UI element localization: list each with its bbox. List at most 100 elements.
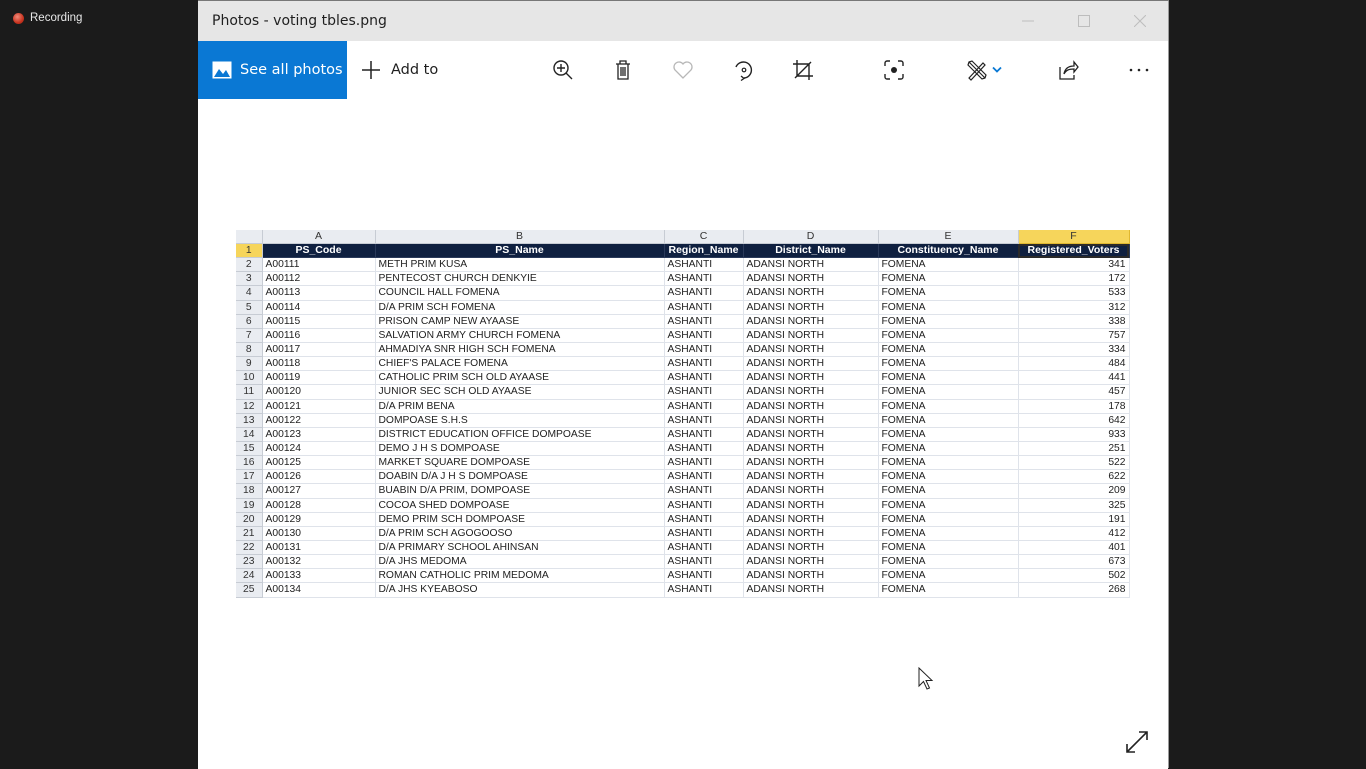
cell-region: ASHANTI [664, 441, 744, 457]
row-number: 3 [236, 271, 263, 287]
cell-voters: 401 [1018, 540, 1130, 556]
row-number: 9 [236, 356, 263, 372]
cell-name: ROMAN CATHOLIC PRIM MEDOMA [375, 568, 665, 584]
cell-code: A00131 [262, 540, 376, 556]
more-icon[interactable] [1127, 58, 1151, 82]
cell-region: ASHANTI [664, 512, 744, 527]
full-screen-button[interactable] [1124, 729, 1150, 755]
cell-name: D/A PRIM SCH FOMENA [375, 300, 665, 315]
header-registered-voters: Registered_Voters [1018, 243, 1130, 259]
cell-region: ASHANTI [664, 554, 744, 570]
chevron-down-icon[interactable] [991, 58, 1003, 82]
table-row: 24 A00133 ROMAN CATHOLIC PRIM MEDOMA ASHANT… [236, 568, 1130, 584]
table-row: 10 A00119 CATHOLIC PRIM SCH OLD AYAASE ASHA… [236, 370, 1130, 386]
cell-district: ADANSI NORTH [743, 342, 879, 358]
visual-search-icon[interactable] [882, 58, 906, 82]
cell-district: ADANSI NORTH [743, 554, 879, 570]
cell-region: ASHANTI [664, 271, 744, 287]
column-letter: A [262, 230, 376, 244]
cell-voters: 642 [1018, 413, 1130, 428]
crop-icon[interactable] [791, 58, 815, 82]
cell-constituency: FOMENA [878, 455, 1019, 471]
column-letters-row: A B C D E F [236, 230, 1130, 244]
minimize-icon [1022, 20, 1034, 22]
mouse-cursor-icon [918, 667, 934, 690]
toolbar: See all photos Add to [198, 41, 1168, 99]
cell-constituency: FOMENA [878, 483, 1019, 499]
row-number: 1 [236, 243, 263, 259]
cell-constituency: FOMENA [878, 356, 1019, 372]
cell-district: ADANSI NORTH [743, 540, 879, 556]
row-number: 22 [236, 540, 263, 556]
cell-region: ASHANTI [664, 568, 744, 584]
table-row: 2 A00111 METH PRIM KUSA ASHANTI ADANSI NORTH… [236, 257, 1130, 273]
cell-district: ADANSI NORTH [743, 441, 879, 457]
cell-constituency: FOMENA [878, 300, 1019, 315]
cell-constituency: FOMENA [878, 526, 1019, 541]
row-number: 14 [236, 427, 263, 442]
cell-region: ASHANTI [664, 285, 744, 301]
table-row: 7 A00116 SALVATION ARMY CHURCH FOMENA ASHAN… [236, 328, 1130, 343]
cell-region: ASHANTI [664, 483, 744, 499]
cell-region: ASHANTI [664, 540, 744, 556]
cell-code: A00117 [262, 342, 376, 358]
photo-viewer: A B C D E F 1 PS_Code PS_Name Region_Nam… [198, 99, 1168, 769]
cell-voters: 341 [1018, 257, 1130, 273]
cell-district: ADANSI NORTH [743, 314, 879, 329]
cell-region: ASHANTI [664, 328, 744, 343]
favorite-icon[interactable] [671, 58, 695, 82]
cell-constituency: FOMENA [878, 498, 1019, 513]
row-number: 12 [236, 399, 263, 414]
delete-icon[interactable] [611, 58, 635, 82]
photo-icon [212, 61, 232, 79]
cell-district: ADANSI NORTH [743, 469, 879, 485]
cell-district: ADANSI NORTH [743, 582, 879, 598]
close-button[interactable] [1112, 1, 1168, 41]
row-number: 23 [236, 554, 263, 570]
cell-constituency: FOMENA [878, 512, 1019, 527]
cell-code: A00121 [262, 399, 376, 414]
cell-code: A00119 [262, 370, 376, 386]
row-number: 16 [236, 455, 263, 471]
table-row: 9 A00118 CHIEF'S PALACE FOMENA ASHANTI ADANS… [236, 356, 1130, 372]
cell-name: AHMADIYA SNR HIGH SCH FOMENA [375, 342, 665, 358]
cell-name: DOABIN D/A J H S DOMPOASE [375, 469, 665, 485]
cell-name: CATHOLIC PRIM SCH OLD AYAASE [375, 370, 665, 386]
cell-constituency: FOMENA [878, 441, 1019, 457]
see-all-photos-button[interactable]: See all photos [198, 41, 347, 99]
cell-voters: 441 [1018, 370, 1130, 386]
rotate-icon[interactable] [731, 58, 755, 82]
cell-district: ADANSI NORTH [743, 427, 879, 442]
cell-constituency: FOMENA [878, 427, 1019, 442]
zoom-in-icon[interactable] [551, 58, 575, 82]
cell-region: ASHANTI [664, 300, 744, 315]
cell-voters: 484 [1018, 356, 1130, 372]
cell-region: ASHANTI [664, 498, 744, 513]
table-row: 13 A00122 DOMPOASE S.H.S ASHANTI ADANSI NORT… [236, 413, 1130, 428]
cell-constituency: FOMENA [878, 257, 1019, 273]
row-number: 18 [236, 483, 263, 499]
cell-voters: 457 [1018, 384, 1130, 400]
row-number: 8 [236, 342, 263, 358]
cell-voters: 191 [1018, 512, 1130, 527]
table-row: 17 A00126 DOABIN D/A J H S DOMPOASE ASHANTI… [236, 469, 1130, 485]
cell-name: JUNIOR SEC SCH OLD AYAASE [375, 384, 665, 400]
share-icon[interactable] [1056, 58, 1080, 82]
cell-district: ADANSI NORTH [743, 483, 879, 499]
cell-district: ADANSI NORTH [743, 328, 879, 343]
cell-region: ASHANTI [664, 413, 744, 428]
row-number: 7 [236, 328, 263, 343]
expand-icon [1126, 731, 1148, 753]
add-to-button[interactable]: Add to [361, 60, 438, 80]
record-icon [13, 12, 24, 24]
maximize-button[interactable] [1056, 1, 1112, 41]
cell-constituency: FOMENA [878, 285, 1019, 301]
cell-code: A00130 [262, 526, 376, 541]
edit-create-icon[interactable] [965, 58, 989, 82]
minimize-button[interactable] [1000, 1, 1056, 41]
cell-code: A00126 [262, 469, 376, 485]
header-district-name: District_Name [743, 243, 879, 259]
cell-name: COUNCIL HALL FOMENA [375, 285, 665, 301]
window-title: Photos - voting tbles.png [212, 13, 387, 29]
cell-constituency: FOMENA [878, 399, 1019, 414]
